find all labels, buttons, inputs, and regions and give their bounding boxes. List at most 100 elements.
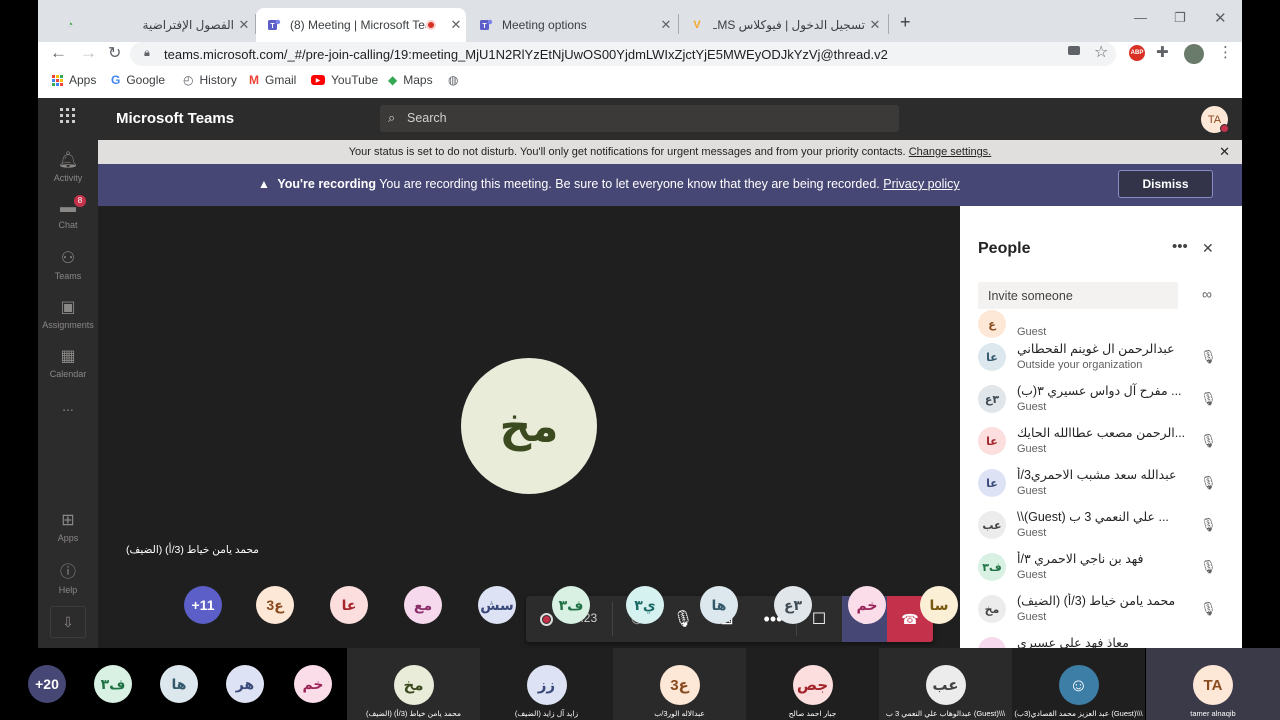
close-tab-icon[interactable]: ✕: [865, 17, 885, 33]
participant-strip-avatar[interactable]: خم: [848, 586, 886, 624]
gallery-small-avatar[interactable]: ها: [160, 665, 198, 703]
participant-row[interactable]: ف٣ فهد بن ناجي الاحمري ٣/أ Guest 🎙︎: [978, 547, 1228, 589]
menu-icon[interactable]: ⋮: [1218, 43, 1233, 61]
apps-icon: ⊞: [61, 512, 75, 529]
participant-strip-avatar[interactable]: ٣ع: [774, 586, 812, 624]
gallery-tile-avatar: مخ: [393, 665, 434, 705]
rail-activity[interactable]: 🔔︎ Activity: [38, 150, 98, 183]
gallery-tile[interactable]: عب عبدالوهاب علي النعمي 3 ب (Guest)\\\: [879, 648, 1012, 720]
close-window-icon[interactable]: ✕: [1214, 9, 1227, 27]
participant-role: Guest: [1017, 401, 1047, 413]
gallery-tile[interactable]: مخ (محمد يامن خياط (3/أ) (الضيف: [347, 648, 480, 720]
invite-placeholder: Invite someone: [988, 289, 1073, 303]
bookmark-youtube[interactable]: ▶ YouTube: [311, 73, 378, 87]
profile-avatar[interactable]: [1184, 44, 1204, 64]
rail-assignments[interactable]: ▣ Assignments: [38, 297, 98, 330]
gallery-tile[interactable]: TA tamer alnaqib: [1146, 648, 1280, 720]
participant-strip-avatar[interactable]: ها: [700, 586, 738, 624]
rail-apps[interactable]: ⊞ Apps: [38, 510, 98, 543]
participant-row[interactable]: عا عبدالرحمن ال غوينم القحطاني Outside you…: [978, 337, 1228, 379]
rail-help[interactable]: ⓘ Help: [38, 558, 98, 595]
chat-icon: ☐: [811, 611, 827, 628]
address-bar[interactable]: 🔒︎ teams.microsoft.com/_#/pre-join-calli…: [130, 42, 1116, 66]
reload-icon[interactable]: ↻: [108, 43, 121, 63]
star-icon[interactable]: ☆: [1094, 42, 1108, 62]
gallery-tile-name: عبدالوهاب علي النعمي 3 ب (Guest)\\\: [885, 709, 1006, 718]
participant-strip-avatar[interactable]: ف٣: [552, 586, 590, 624]
participant-role: Outside your organization: [1017, 359, 1143, 371]
close-tab-icon[interactable]: ✕: [234, 17, 254, 33]
participant-role: Guest: [1017, 611, 1047, 623]
participant-strip-avatar[interactable]: ي٣: [626, 586, 664, 624]
gallery-small-avatar[interactable]: +20: [28, 665, 66, 703]
bookmark-label: YouTube: [331, 73, 379, 87]
change-settings-link[interactable]: Change settings.: [909, 146, 992, 158]
participant-strip-avatar[interactable]: سا: [920, 586, 958, 624]
toolbar: ← → ↻ 🔒︎ teams.microsoft.com/_#/pre-join…: [38, 42, 1242, 66]
lock-icon: 🔒︎: [144, 47, 150, 59]
recording-banner: ▲ You're recording You are recording thi…: [98, 164, 1242, 206]
bookmark-maps[interactable]: ◆ Maps: [388, 73, 433, 87]
gallery-tile[interactable]: ع3 عبدالاله الور3/ب: [613, 648, 746, 720]
participant-strip-avatar[interactable]: سش: [478, 586, 516, 624]
close-banner-icon[interactable]: ✕: [1219, 140, 1230, 164]
new-tab-button[interactable]: +: [900, 12, 911, 33]
maps-icon: ◆: [388, 73, 398, 87]
bookmarks-bar: Apps G Google ◴ History M Gmail ▶ YouTub…: [38, 70, 1242, 92]
gallery-tile[interactable]: ☺︎ عبد العزيز محمد القصادي(3ب) (Guest)\\\: [1012, 648, 1145, 720]
gmail-icon: M: [249, 73, 259, 87]
forward-icon[interactable]: →: [80, 43, 97, 63]
participant-row[interactable]: عب ... علي النعمي 3 ب (Guest)\\ Guest 🎙︎: [978, 505, 1228, 547]
bookmark-history[interactable]: ◴ History: [183, 73, 237, 87]
participant-row[interactable]: ٣ع ... مفرح آل دواس عسيري ٣(ب) Guest 🎙︎: [978, 379, 1228, 421]
teams-logo-icon: T: [266, 17, 282, 33]
close-panel-icon[interactable]: ✕: [1202, 240, 1214, 257]
link-icon[interactable]: ∞: [1202, 286, 1212, 302]
rail-calendar[interactable]: ▦ Calendar: [38, 346, 98, 379]
bookmark-label: Gmail: [265, 73, 297, 87]
extensions-icon[interactable]: ✚: [1156, 43, 1169, 61]
tab-lms-login[interactable]: V تسجيل الدخول | فيوكلاس LMS ✕: [679, 8, 885, 42]
back-icon[interactable]: ←: [50, 43, 67, 63]
app-launcher-icon[interactable]: [60, 108, 75, 123]
bookmark-globe[interactable]: ◍: [448, 73, 458, 87]
participant-row[interactable]: معاذ فهد علي عسيري: [978, 631, 1228, 648]
camera-blocked-icon[interactable]: [1068, 46, 1080, 55]
gallery-tile-avatar: عب: [925, 665, 966, 705]
tab-meeting[interactable]: T (8) Meeting | Microsoft Teams ✕: [256, 8, 466, 42]
download-app-icon[interactable]: ⇩: [50, 606, 86, 638]
bookmark-apps[interactable]: Apps: [52, 73, 96, 87]
gallery-tile[interactable]: زز (زايد آل زايد (الضيف: [480, 648, 613, 720]
participant-row[interactable]: مخ محمد يامن خياط (3/أ) (الضيف) Guest 🎙︎: [978, 589, 1228, 631]
rail-chat[interactable]: ▬ Chat 8: [38, 195, 98, 230]
browser-window: ◔ الفصول الإفتراضية ✕ T (8) Meeting | Mi…: [38, 0, 1242, 98]
tab-virtual-classes[interactable]: ◔ الفصول الإفتراضية ✕: [52, 8, 254, 42]
participant-row[interactable]: عا ...الرحمن مصعب عطاالله الحايك Guest 🎙︎: [978, 421, 1228, 463]
bookmark-gmail[interactable]: M Gmail: [249, 73, 296, 87]
restore-icon[interactable]: ❐: [1174, 10, 1186, 26]
lms-logo-icon: V: [693, 19, 701, 31]
gallery-small-avatar[interactable]: خم: [294, 665, 332, 703]
globe-icon: ◍: [448, 73, 459, 87]
participant-row[interactable]: عا عبدالله سعد مشبب الاحمري3/أ Guest 🎙︎: [978, 463, 1228, 505]
participant-name: ... علي النعمي 3 ب (Guest)\\: [1017, 510, 1169, 524]
participant-strip-avatar[interactable]: ع3: [256, 586, 294, 624]
search-box[interactable]: ⌕ Search: [380, 105, 899, 132]
bookmark-google[interactable]: G Google: [111, 73, 165, 87]
rail-more[interactable]: ...: [38, 398, 98, 414]
participant-strip-avatar[interactable]: مع: [404, 586, 442, 624]
adblock-icon[interactable]: ABP: [1129, 45, 1145, 61]
close-tab-icon[interactable]: ✕: [446, 17, 466, 33]
rail-teams[interactable]: ⚇ Teams: [38, 248, 98, 281]
close-tab-icon[interactable]: ✕: [656, 17, 676, 33]
participant-strip-avatar[interactable]: عا: [330, 586, 368, 624]
dismiss-button[interactable]: Dismiss: [1118, 170, 1213, 198]
tab-meeting-options[interactable]: T Meeting options ✕: [468, 8, 676, 42]
privacy-policy-link[interactable]: Privacy policy: [883, 177, 959, 191]
gallery-small-avatar[interactable]: هر: [226, 665, 264, 703]
more-options-icon[interactable]: •••: [1172, 238, 1188, 255]
gallery-small-avatar[interactable]: ف٣: [94, 665, 132, 703]
participant-strip-avatar[interactable]: +11: [184, 586, 222, 624]
minimize-icon[interactable]: —: [1134, 10, 1147, 25]
gallery-tile[interactable]: جص جبار احمد صالح: [746, 648, 879, 720]
